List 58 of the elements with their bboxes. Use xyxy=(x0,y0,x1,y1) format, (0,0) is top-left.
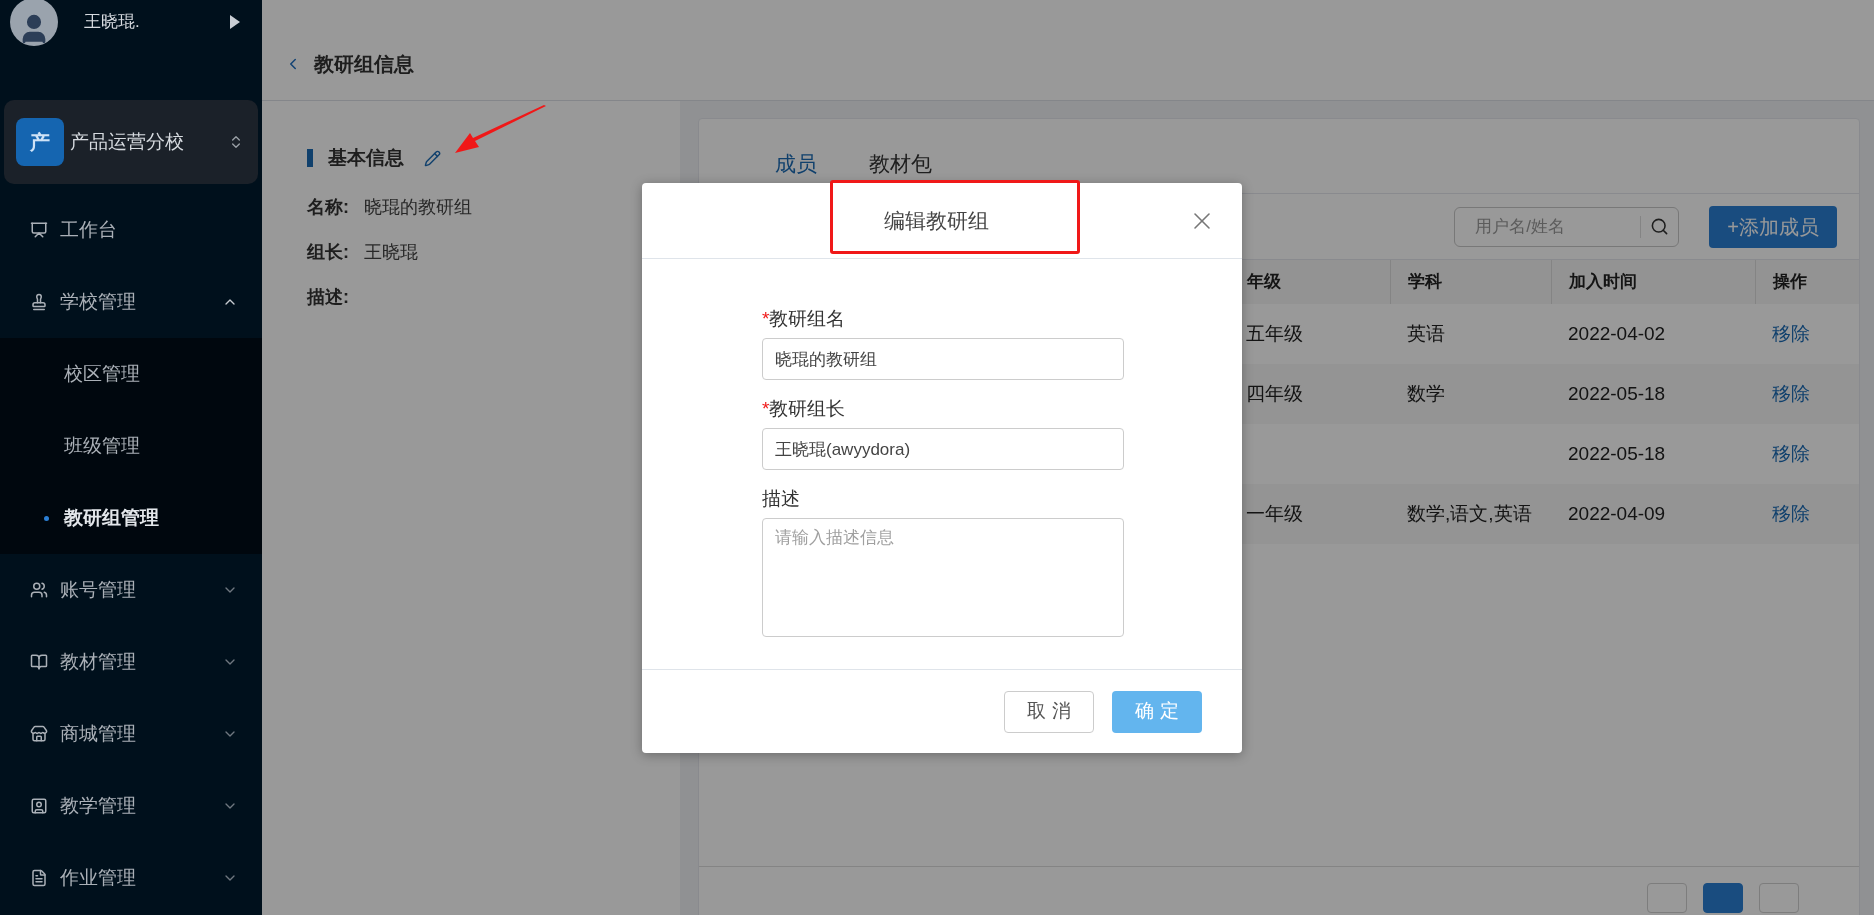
profile-card-icon xyxy=(30,797,48,815)
remove-link[interactable]: 移除 xyxy=(1772,439,1810,469)
page-title: 教研组信息 xyxy=(314,51,414,77)
chart-board-icon xyxy=(30,221,48,239)
tab[interactable]: 教材包 xyxy=(853,135,948,193)
store-icon xyxy=(30,725,48,743)
stamp-icon xyxy=(30,293,48,311)
menu-item[interactable]: 商城管理 xyxy=(0,698,262,770)
table-cell-text: 数学 xyxy=(1407,381,1445,406)
menu-item[interactable]: 学校管理 xyxy=(0,266,262,338)
text-field[interactable]: 晓琨的教研组 xyxy=(762,338,1124,380)
edit-icon[interactable] xyxy=(424,149,441,167)
table-cell-text: 一年级 xyxy=(1246,501,1303,526)
table-cell-text: 英语 xyxy=(1407,321,1445,346)
table-cell-text: 数学,语文,英语 xyxy=(1407,501,1532,526)
document-icon xyxy=(30,869,48,887)
menu-item[interactable]: 作业管理 xyxy=(0,842,262,914)
section-title: 基本信息 xyxy=(328,145,404,170)
users-icon xyxy=(30,581,48,599)
field-label: *教研组名 xyxy=(762,307,847,331)
field-label: *教研组长 xyxy=(762,397,847,421)
table-cell-text: 2022-04-02 xyxy=(1568,321,1666,346)
menu-item[interactable]: 账号管理 xyxy=(0,554,262,626)
description-field[interactable]: 请输入描述信息 xyxy=(762,518,1124,637)
cancel-button[interactable]: 取 消 xyxy=(1004,690,1094,733)
field-label: 描述 xyxy=(762,487,801,511)
dialog-title: 编辑教研组 xyxy=(883,207,989,234)
remove-link[interactable]: 移除 xyxy=(1772,499,1810,529)
menu-item[interactable]: 教学管理 xyxy=(0,770,262,842)
table-cell-text: 五年级 xyxy=(1246,321,1303,346)
submenu-item[interactable]: 班级管理 xyxy=(0,410,262,482)
table-cell-text: 2022-05-18 xyxy=(1568,381,1666,406)
triangle-right-icon[interactable] xyxy=(230,15,240,29)
school-badge: 产 xyxy=(16,118,64,166)
school-name: 产品运营分校 xyxy=(70,129,184,154)
field-label: 描述: xyxy=(307,286,349,309)
table-cell-text: 2022-05-18 xyxy=(1568,441,1666,466)
submenu-item[interactable]: 校区管理 xyxy=(0,338,262,410)
text-field[interactable]: 王晓琨(awyydora) xyxy=(762,428,1124,470)
menu-item[interactable]: 工作台 xyxy=(0,194,262,266)
remove-link[interactable]: 移除 xyxy=(1772,319,1810,349)
field-label: 名称: xyxy=(307,196,349,219)
tab[interactable]: 成员 xyxy=(759,135,833,193)
field-label: 组长: xyxy=(307,241,349,264)
avatar[interactable] xyxy=(10,0,58,46)
search-icon[interactable] xyxy=(1650,216,1670,236)
school-switcher[interactable]: 产 产品运营分校 xyxy=(4,100,258,184)
menu-item[interactable]: 教材管理 xyxy=(0,626,262,698)
remove-link[interactable]: 移除 xyxy=(1772,379,1810,409)
field-value: 晓琨的教研组 xyxy=(364,196,472,219)
field-value: 王晓琨 xyxy=(364,241,418,264)
table-cell-text: 2022-04-09 xyxy=(1568,501,1666,526)
submenu-item[interactable]: 教研组管理 xyxy=(0,482,262,554)
user-name: 王晓琨. xyxy=(84,11,140,34)
book-icon xyxy=(30,653,48,671)
section-marker xyxy=(307,149,313,167)
table-cell-text: 四年级 xyxy=(1246,381,1303,406)
search-field[interactable]: 用户名/姓名 xyxy=(1454,206,1680,247)
